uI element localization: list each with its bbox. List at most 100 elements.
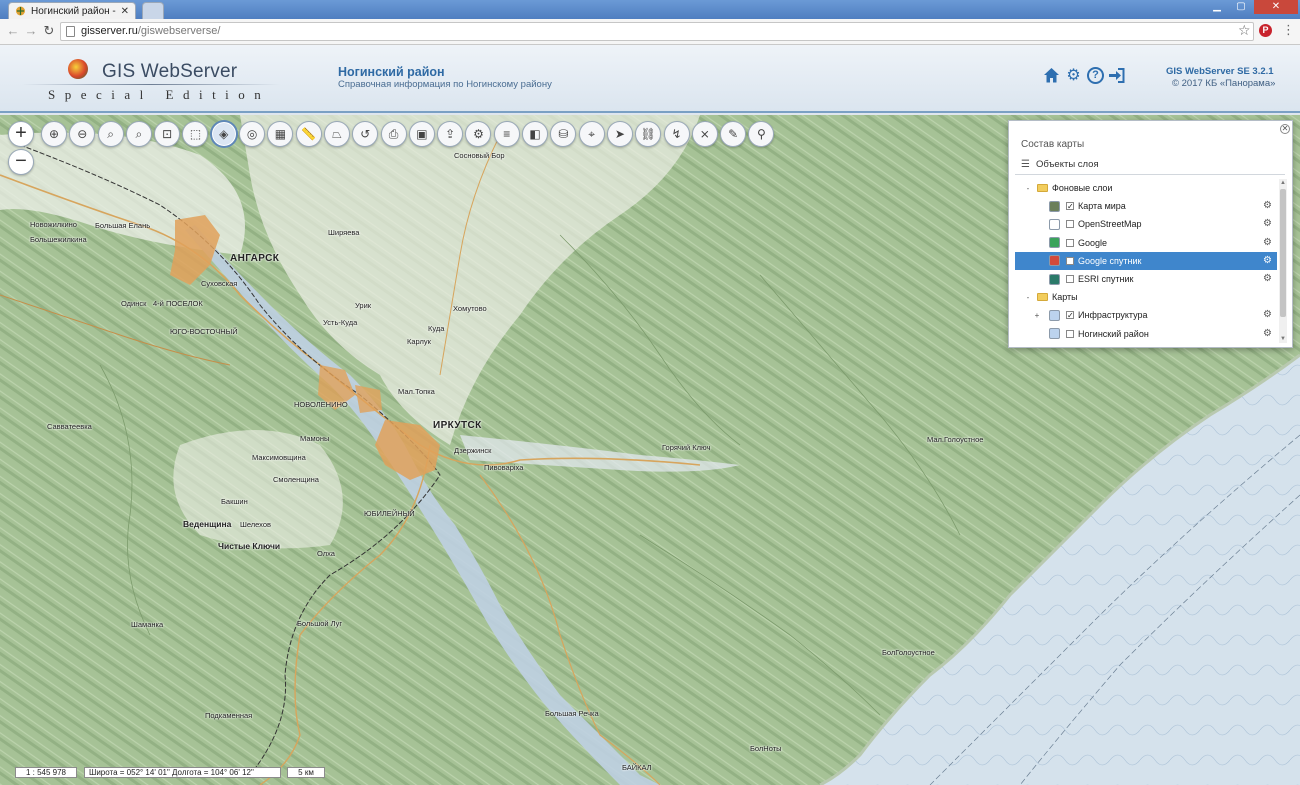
page-icon xyxy=(66,26,75,37)
layer-group-label: Карты xyxy=(1052,292,1078,303)
layer-item[interactable]: OpenStreetMap ⚙ xyxy=(1015,215,1277,233)
scale-readout: 1 : 545 978 xyxy=(15,767,77,778)
layer-item[interactable]: + ✓ Инфраструктура ⚙ xyxy=(1015,306,1277,324)
layer-visibility-checkbox[interactable] xyxy=(1066,329,1074,338)
zoom-in-area-button[interactable]: ⊕ xyxy=(41,121,67,147)
panel-scrollbar[interactable]: ▲ ▼ xyxy=(1279,179,1287,343)
panel-close-icon[interactable]: ✕ xyxy=(1280,124,1290,134)
login-icon[interactable] xyxy=(1108,67,1125,84)
version-title: GIS WebServer SE 3.2.1 xyxy=(1166,66,1274,77)
layer-item[interactable]: Google ⚙ xyxy=(1015,234,1277,252)
map-label: Урик xyxy=(355,301,372,310)
map-label: Большежилкина xyxy=(30,235,87,244)
map-label: Мал.Голоустное xyxy=(927,435,984,444)
layers-button[interactable]: ◈ xyxy=(210,121,237,147)
layer-label: ESRI спутник xyxy=(1078,274,1134,284)
layer-icon xyxy=(1049,237,1060,249)
help-icon[interactable]: ? xyxy=(1087,67,1104,84)
layer-group[interactable]: - Карты xyxy=(1015,288,1277,306)
tab-strip: Ногинский район - GIS ✕ ▁ ▢ ✕ xyxy=(0,0,1300,19)
layer-panel: ✕ Состав карты ☰ Объекты слоя - Фоновые с… xyxy=(1008,120,1293,348)
settings-icon[interactable]: ⚙ xyxy=(1065,67,1082,84)
zoom-window-button[interactable]: ⌕ xyxy=(125,121,152,147)
layer-objects-link[interactable]: ☰ Объекты слоя xyxy=(1021,159,1099,170)
layer-item[interactable]: ✓ Карта мира ⚙ xyxy=(1015,197,1277,215)
scroll-thumb[interactable] xyxy=(1280,189,1286,317)
layer-settings-gear-icon[interactable]: ⚙ xyxy=(1261,200,1274,212)
pinterest-icon[interactable]: P xyxy=(1259,24,1272,37)
network-button[interactable]: ⛓ xyxy=(635,121,662,147)
layer-visibility-checkbox[interactable]: ✓ xyxy=(1066,202,1074,211)
ruler-button[interactable]: 📏 xyxy=(295,121,322,147)
home-icon[interactable] xyxy=(1043,67,1060,84)
layer-settings-gear-icon[interactable]: ⚙ xyxy=(1261,273,1274,285)
zoom-out-button[interactable]: − xyxy=(8,149,34,175)
minimize-icon[interactable]: ▁ xyxy=(1206,0,1228,14)
map-label: Большая Речка xyxy=(545,709,599,718)
logo-globe-icon xyxy=(68,59,88,79)
panel-divider xyxy=(1015,174,1285,175)
storage-button[interactable]: ⛁ xyxy=(550,121,577,147)
list-button[interactable]: ≡ xyxy=(493,121,520,147)
marker-button[interactable]: ⌖ xyxy=(578,121,605,147)
zoom-selection-button[interactable]: ⊡ xyxy=(154,121,181,147)
bookmark-star-icon[interactable]: ☆ xyxy=(1238,22,1251,39)
layer-settings-gear-icon[interactable]: ⚙ xyxy=(1261,218,1274,230)
browser-menu-icon[interactable]: ⋮ xyxy=(1282,23,1295,37)
logo-title: GIS WebServer xyxy=(102,61,238,82)
maximize-icon[interactable]: ▢ xyxy=(1230,0,1252,14)
layer-settings-gear-icon[interactable]: ⚙ xyxy=(1261,255,1274,267)
area-measure-button[interactable]: ⏢ xyxy=(323,121,350,147)
zoom-full-button[interactable]: ⌕ xyxy=(97,121,124,147)
map-label: Смоленщина xyxy=(273,475,319,484)
layer-visibility-checkbox[interactable]: ✓ xyxy=(1066,311,1074,320)
route-button[interactable]: ↺ xyxy=(352,121,379,147)
cancel-route-button[interactable]: ⨯ xyxy=(691,121,718,147)
layer-item[interactable]: ESRI спутник ⚙ xyxy=(1015,270,1277,288)
new-tab-button[interactable] xyxy=(142,2,164,19)
locate-button[interactable]: ⚲ xyxy=(748,121,775,147)
zoom-out-area-button[interactable]: ⊖ xyxy=(69,121,96,147)
layer-icon xyxy=(1049,328,1060,340)
map-label: БолНоты xyxy=(750,744,782,753)
layer-visibility-checkbox[interactable] xyxy=(1066,275,1074,283)
layer-visibility-checkbox[interactable] xyxy=(1066,220,1074,229)
navigate-button[interactable]: ➤ xyxy=(606,121,633,147)
layer-item[interactable]: Google спутник ⚙ xyxy=(1015,251,1277,270)
expand-icon[interactable]: + xyxy=(1033,311,1041,320)
print-button[interactable]: ⎙ xyxy=(380,121,407,147)
settings-tool-button[interactable]: ⚙ xyxy=(465,121,492,147)
map-view-button[interactable]: ◎ xyxy=(239,121,266,147)
map-label: Мамоны xyxy=(300,434,330,443)
layer-visibility-checkbox[interactable] xyxy=(1066,238,1074,247)
forward-arrow-icon[interactable]: → xyxy=(24,24,38,38)
export-image-button[interactable]: ▣ xyxy=(408,121,435,147)
collapse-icon[interactable]: - xyxy=(1024,184,1032,193)
layer-settings-gear-icon[interactable]: ⚙ xyxy=(1261,237,1274,249)
map-label: Усть-Куда xyxy=(323,318,358,327)
layer-item[interactable]: Ногинский район ⚙ xyxy=(1015,325,1277,343)
back-arrow-icon[interactable]: ← xyxy=(6,24,20,38)
browser-tab[interactable]: Ногинский район - GIS ✕ xyxy=(8,2,136,19)
url-input[interactable]: gisserver.ru/giswebserverse/ xyxy=(60,22,1254,41)
reload-icon[interactable]: ↻ xyxy=(42,24,56,38)
map-grid-button[interactable]: ▦ xyxy=(267,121,294,147)
collapse-icon[interactable]: - xyxy=(1024,293,1032,302)
draw-button[interactable]: ✎ xyxy=(720,121,747,147)
zoom-in-button[interactable]: + xyxy=(8,121,34,147)
tab-close-icon[interactable]: ✕ xyxy=(121,6,129,17)
layer-visibility-checkbox[interactable] xyxy=(1066,256,1074,265)
window-close-icon[interactable]: ✕ xyxy=(1254,0,1298,14)
layer-icon xyxy=(1049,309,1060,321)
coordinates-readout: Широта = 052° 14' 01" Долгота = 104° 06'… xyxy=(84,767,281,778)
scroll-down-icon[interactable]: ▼ xyxy=(1279,335,1287,343)
scroll-up-icon[interactable]: ▲ xyxy=(1279,179,1287,187)
clear-selection-button[interactable]: ⬚ xyxy=(182,121,209,147)
map-label: Горячий Ключ xyxy=(662,443,711,452)
layer-settings-gear-icon[interactable]: ⚙ xyxy=(1261,309,1274,321)
share-button[interactable]: ⇪ xyxy=(437,121,464,147)
layer-group[interactable]: - Фоновые слои xyxy=(1015,179,1277,197)
thematic-button[interactable]: ◧ xyxy=(522,121,549,147)
layer-settings-gear-icon[interactable]: ⚙ xyxy=(1261,328,1274,340)
routing-button[interactable]: ↯ xyxy=(663,121,690,147)
